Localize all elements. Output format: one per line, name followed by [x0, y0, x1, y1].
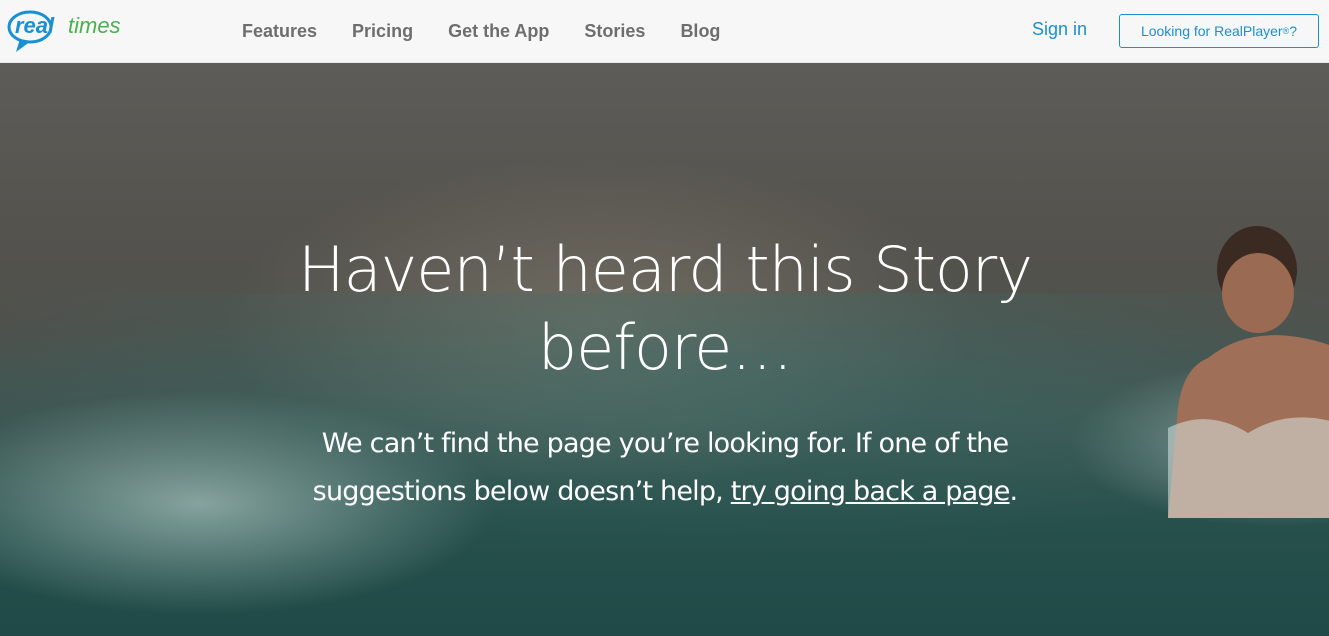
swimmer-image [1168, 226, 1329, 518]
nav-link-features[interactable]: Features [242, 21, 317, 42]
main-nav: Features Pricing Get the App Stories Blo… [242, 0, 755, 63]
nav-link-stories[interactable]: Stories [584, 21, 645, 42]
logo-real-text: real [15, 13, 55, 38]
nav-link-pricing[interactable]: Pricing [352, 21, 413, 42]
looking-for-realplayer-button[interactable]: Looking for RealPlayer ®? [1119, 14, 1319, 48]
page-title: Haven’t heard this Story before… [298, 233, 1033, 384]
realplayer-button-question: ? [1289, 23, 1298, 39]
top-navbar: real times Features Pricing Get the App … [0, 0, 1329, 63]
sign-in-link[interactable]: Sign in [1032, 19, 1087, 40]
go-back-link[interactable]: try going back a page [731, 476, 1011, 507]
error-message-period: . [1009, 476, 1019, 507]
nav-link-get-the-app[interactable]: Get the App [448, 21, 549, 42]
error-message: We can’t find the page you’re looking fo… [270, 420, 1060, 516]
logo-times-text: times [68, 13, 121, 38]
realplayer-button-label: Looking for RealPlayer [1140, 23, 1283, 39]
hero-banner: Haven’t heard this Story before… We can’… [0, 63, 1329, 636]
nav-link-blog[interactable]: Blog [680, 21, 720, 42]
registered-mark: ® [1282, 26, 1290, 36]
realtimes-logo[interactable]: real times [6, 8, 166, 54]
